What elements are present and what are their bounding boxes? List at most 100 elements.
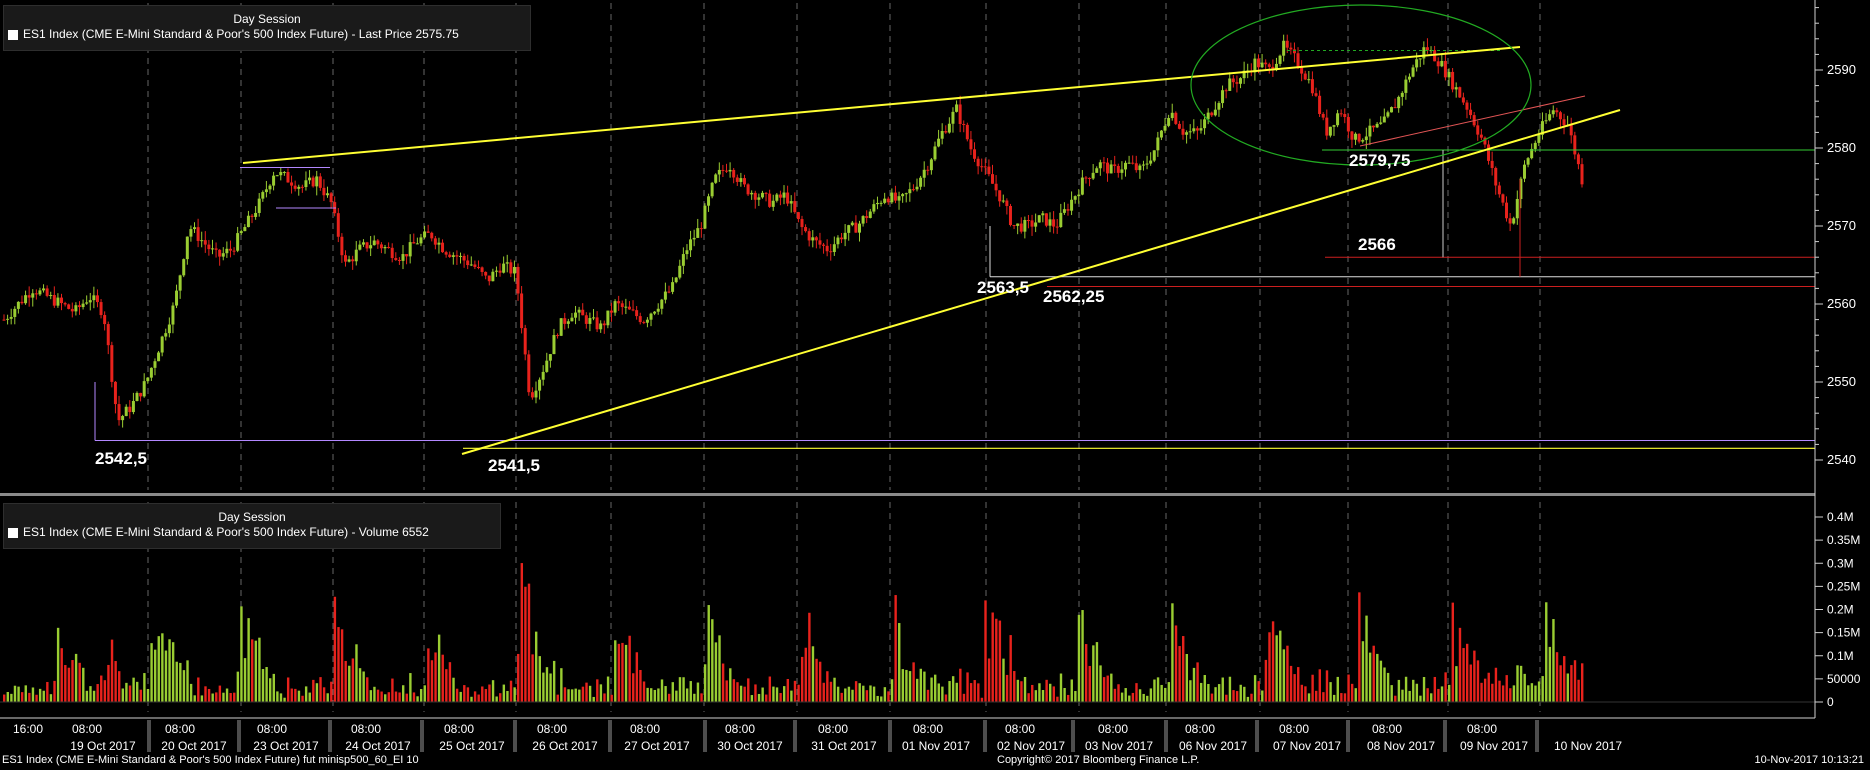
candle-body xyxy=(1023,220,1027,232)
volume-bar xyxy=(1487,672,1490,702)
candle-body xyxy=(1228,78,1232,91)
volume-bar xyxy=(247,618,250,702)
time-tick-label: 08:00 xyxy=(1185,722,1215,736)
candle-body xyxy=(487,275,491,282)
volume-bar xyxy=(1049,683,1052,702)
candle-body xyxy=(786,192,790,204)
volume-bar xyxy=(1038,683,1041,702)
candle-body xyxy=(243,227,247,232)
candle-body xyxy=(358,244,362,250)
volume-bar xyxy=(1494,667,1498,702)
volume-bar xyxy=(484,689,488,702)
footer-right: 10-Nov-2017 10:13:21 xyxy=(1754,754,1864,766)
time-tick-label: 08:00 xyxy=(537,722,567,736)
volume-bar xyxy=(941,686,944,702)
volume-bar xyxy=(898,623,901,702)
volume-bar xyxy=(1347,674,1350,702)
volume-bar xyxy=(430,660,434,702)
candle-body xyxy=(955,104,959,112)
candle-body xyxy=(1113,164,1117,166)
volume-bar xyxy=(675,690,678,702)
candle-body xyxy=(34,293,38,295)
volume-bar xyxy=(969,683,973,702)
candle-body xyxy=(1576,154,1580,165)
candle-body xyxy=(714,174,718,183)
candle-body xyxy=(455,255,459,257)
time-tick-label: 08:00 xyxy=(165,722,195,736)
candle-body xyxy=(423,231,427,238)
candle-body xyxy=(627,306,631,310)
candle-body xyxy=(365,242,369,249)
candle-body xyxy=(293,185,297,189)
candle-body xyxy=(696,228,700,238)
candle-body xyxy=(110,345,114,382)
time-tick-label: 08:00 xyxy=(1098,722,1128,736)
volume-bar xyxy=(3,694,6,702)
volume-bar xyxy=(351,658,355,702)
candle-body xyxy=(1375,123,1379,128)
candle-body xyxy=(85,302,89,304)
volume-bar xyxy=(1063,688,1066,702)
volume-bar xyxy=(1376,653,1379,702)
volume-bar xyxy=(808,612,811,702)
volume-bar xyxy=(344,660,347,702)
volume-session-title: Day Session xyxy=(218,510,286,524)
volume-bar xyxy=(908,671,912,702)
candle-body xyxy=(556,335,560,337)
volume-bar xyxy=(114,661,117,702)
volume-bar xyxy=(1293,674,1296,702)
volume-bar xyxy=(1225,694,1228,702)
candle-body xyxy=(24,295,28,304)
volume-bar xyxy=(1009,635,1012,702)
volume-bar xyxy=(869,685,872,702)
candle-body xyxy=(268,185,272,190)
candle-body xyxy=(617,301,621,304)
volume-bar xyxy=(405,693,408,702)
volume-bar xyxy=(1390,685,1393,702)
volume-legend: Day Session ES1 Index (CME E-Mini Standa… xyxy=(3,503,501,549)
candle-body xyxy=(667,291,671,293)
candle-body xyxy=(512,266,516,274)
volume-bar xyxy=(1307,693,1311,702)
volume-bar xyxy=(207,688,211,702)
candle-body xyxy=(1303,73,1307,80)
candle-body xyxy=(279,172,283,176)
candle-body xyxy=(1580,164,1584,185)
candle-body xyxy=(6,318,10,320)
candle-body xyxy=(106,324,110,346)
volume-bar xyxy=(599,684,603,702)
candle-body xyxy=(879,202,883,204)
candle-body xyxy=(297,186,301,189)
volume-bar xyxy=(754,684,757,702)
candle-body xyxy=(800,219,804,228)
candle-body xyxy=(1497,185,1501,195)
volume-bar xyxy=(1207,684,1210,702)
volume-bar xyxy=(995,618,998,702)
volume-bar xyxy=(1214,687,1217,702)
volume-bar xyxy=(164,650,168,702)
candle-body xyxy=(530,392,534,398)
candle-body xyxy=(822,244,826,246)
candle-body xyxy=(1095,168,1099,173)
volume-bar xyxy=(517,653,520,702)
candle-body xyxy=(520,293,524,329)
volume-bar xyxy=(973,680,976,702)
volume-bar xyxy=(1408,690,1411,702)
volume-bar xyxy=(1221,677,1224,702)
volume-bar xyxy=(1092,645,1095,702)
volume-bar xyxy=(434,652,437,702)
volume-bar xyxy=(301,695,304,702)
volume-bar xyxy=(10,693,13,702)
volume-bar xyxy=(78,662,81,702)
candle-body xyxy=(584,315,588,324)
candle-body xyxy=(153,361,157,368)
candle-body xyxy=(387,246,391,248)
level-label: 2562,25 xyxy=(1043,287,1104,306)
volume-bar xyxy=(132,677,135,702)
candle-body xyxy=(236,233,240,251)
volume-bar xyxy=(506,690,509,702)
volume-bar xyxy=(560,668,563,702)
volume-bar xyxy=(204,686,207,702)
candle-body xyxy=(1336,113,1340,126)
candle-body xyxy=(290,182,294,186)
